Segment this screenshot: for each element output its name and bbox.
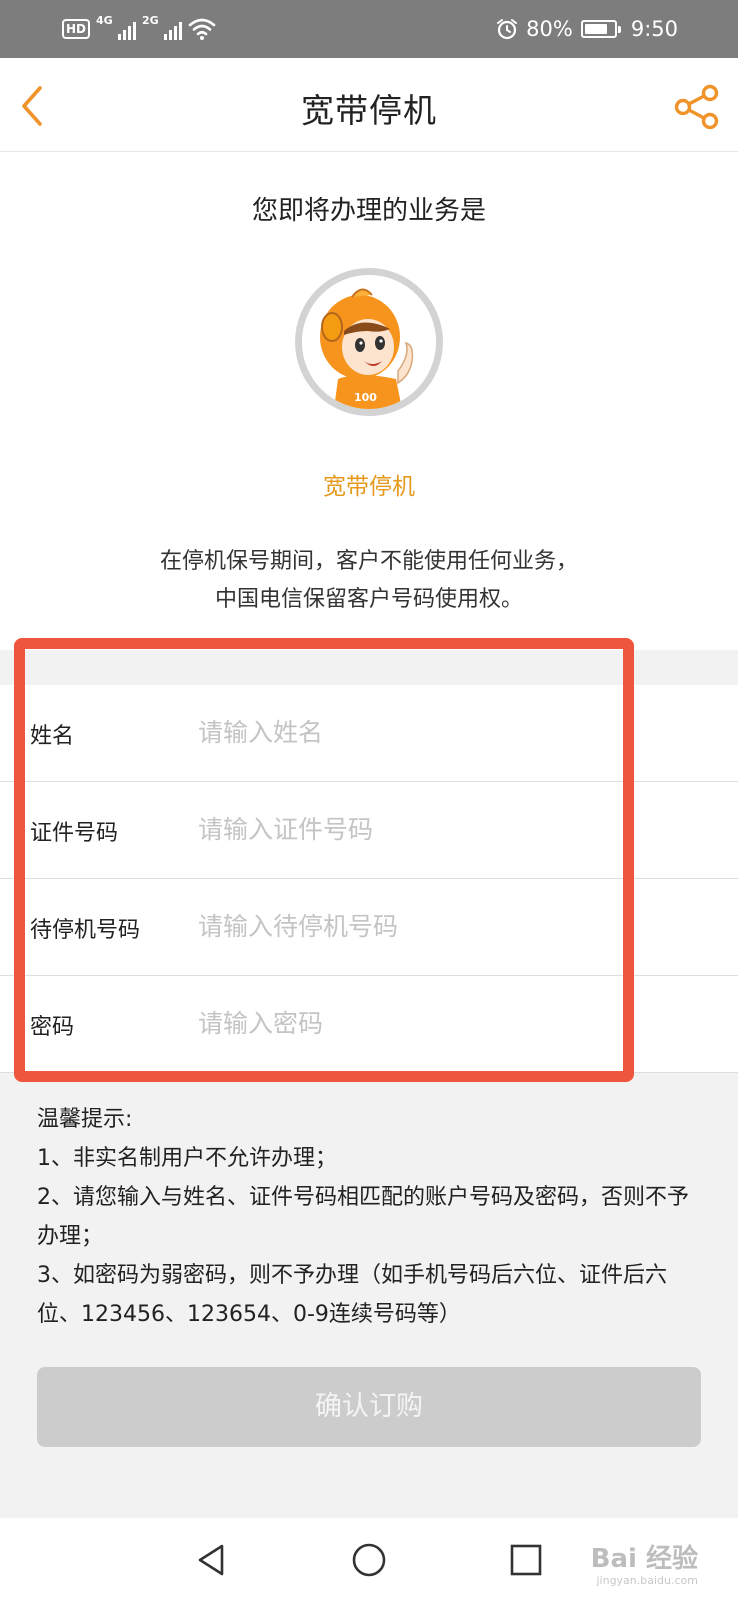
tip-line-1: 1、非实名制用户不允许办理； [37,1146,337,1171]
password-label: 密码 [30,1015,75,1040]
battery-fill [584,24,608,34]
system-recents-icon[interactable] [506,1540,546,1580]
sim2-network-label: 2G [142,14,159,27]
sim1-signal-icon: 4G [96,14,137,42]
id-number-label: 证件号码 [30,821,119,846]
description-line-2: 中国电信保留客户号码使用权。 [214,587,523,612]
watermark-sub: jingyan.baidu.com [596,1574,698,1587]
tip-line-2: 2、请您输入与姓名、证件号码相匹配的账户号码及密码，否则不予办理； [37,1185,689,1249]
status-right: 80% 9:50 [496,14,678,44]
form-row-name: 姓名 [0,685,738,782]
hd-badge: HD [62,19,91,39]
password-input[interactable] [198,998,698,1048]
form-row-id-number: 证件号码 [0,782,738,879]
description-line-1: 在停机保号期间，客户不能使用任何业务， [159,549,578,574]
system-back-icon[interactable] [192,1540,232,1580]
sim2-signal-icon: 2G [142,14,183,42]
svg-text:100: 100 [354,391,377,404]
tips-title: 温馨提示: [37,1107,133,1132]
page-title: 宽带停机 [301,91,437,130]
tip-line-3: 3、如密码为弱密码，则不予办理（如手机号码后六位、证件后六位、123456、12… [37,1263,667,1327]
tips-section: 温馨提示: 1、非实名制用户不允许办理； 2、请您输入与姓名、证件号码相匹配的账… [37,1100,707,1334]
sim1-network-label: 4G [96,14,113,27]
watermark-text: Bai 经验 [590,1544,698,1574]
phone-number-label: 待停机号码 [30,918,141,943]
system-home-icon[interactable] [349,1540,389,1580]
id-number-input[interactable] [198,804,698,854]
name-input[interactable] [198,707,698,757]
confirm-order-button[interactable]: 确认订购 [37,1367,701,1447]
nav-bar: 宽带停机 [0,58,738,152]
phone-number-input[interactable] [198,901,698,951]
wifi-icon [188,18,216,40]
service-avatar: 100 [295,268,443,416]
status-left: HD 4G 2G [62,14,216,42]
battery-percent: 80% [526,17,573,41]
service-name: 宽带停机 [323,474,415,500]
battery-icon [580,20,621,38]
form-row-password: 密码 [0,976,738,1073]
intro-heading: 您即将办理的业务是 [251,196,486,226]
name-label: 姓名 [30,724,75,749]
status-time: 9:50 [630,17,678,41]
mascot-icon: 100 [302,275,436,409]
alarm-icon [497,19,518,40]
form-row-phone-number: 待停机号码 [0,879,738,976]
status-bar: HD 4G 2G 80% 9:50 [0,0,738,58]
share-icon[interactable] [674,84,720,130]
form-list: 姓名 证件号码 待停机号码 密码 [0,685,738,1073]
system-nav-bar: Bai 经验 jingyan.baidu.com [0,1518,738,1600]
